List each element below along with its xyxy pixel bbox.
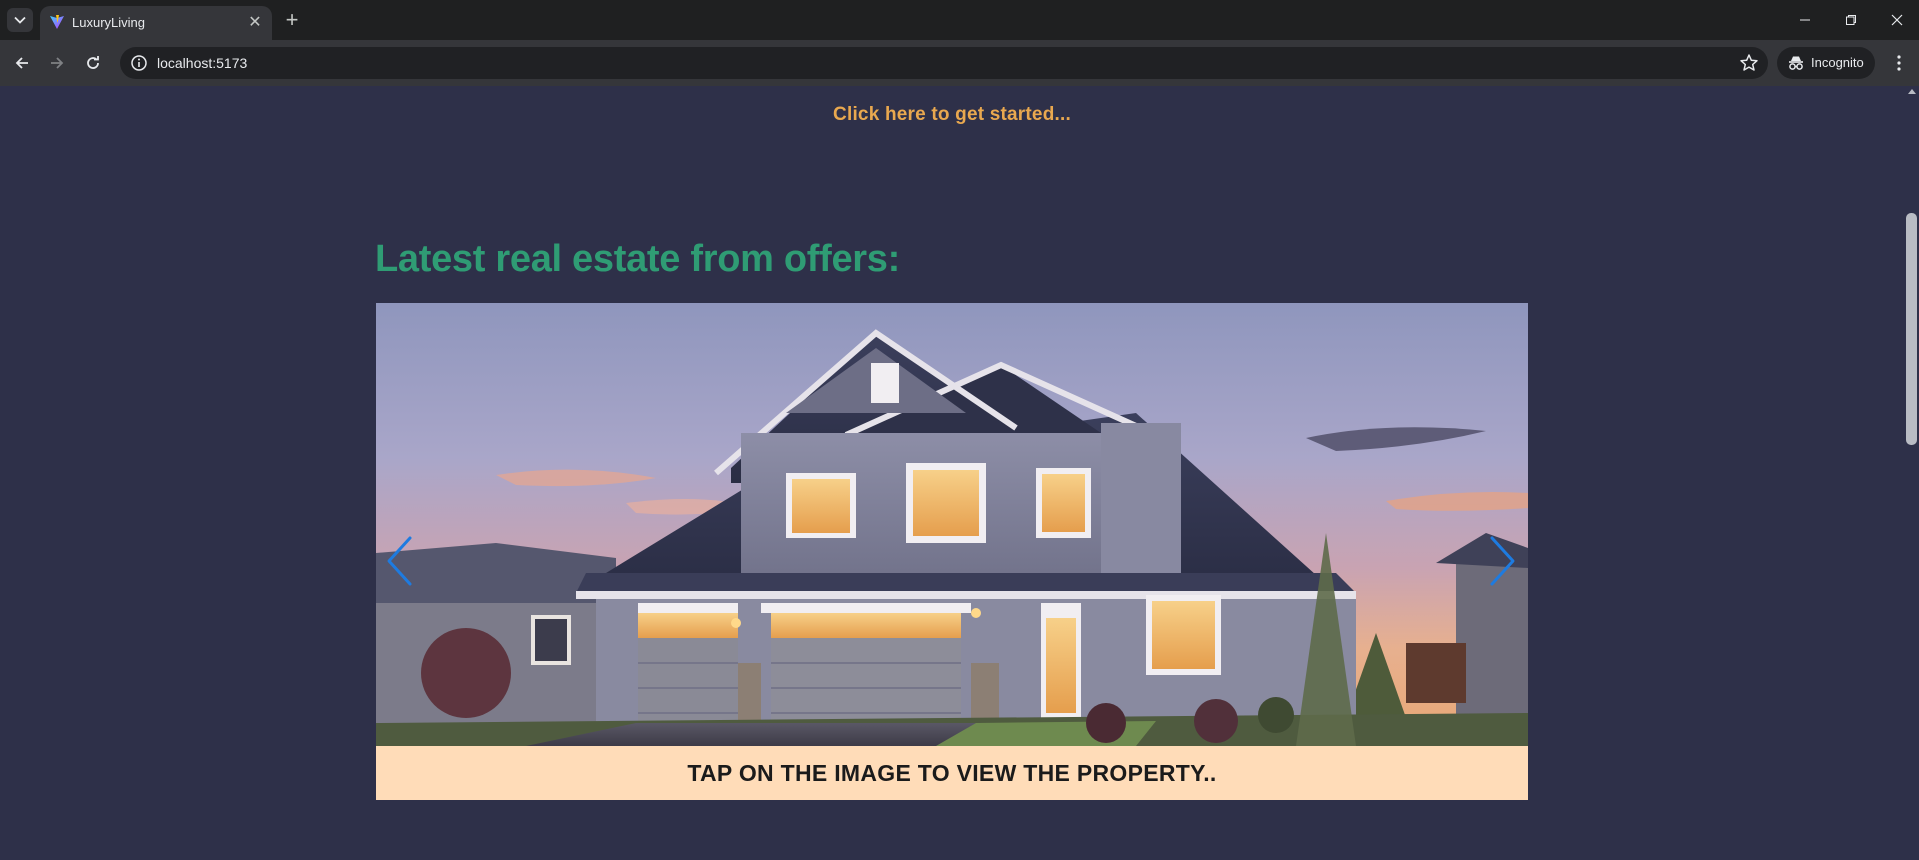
minimize-icon[interactable]	[1785, 6, 1825, 34]
tab-title: LuxuryLiving	[72, 15, 145, 30]
vite-logo-icon	[50, 15, 64, 29]
incognito-indicator[interactable]: Incognito	[1777, 47, 1875, 79]
bookmark-star-icon[interactable]	[1738, 52, 1760, 74]
chevron-left-icon[interactable]	[384, 535, 414, 587]
section-title: Latest real estate from offers:	[375, 238, 900, 280]
chevron-right-icon[interactable]	[1488, 535, 1518, 587]
restore-icon[interactable]	[1831, 6, 1871, 34]
incognito-icon	[1789, 56, 1803, 70]
get-started-link[interactable]: Click here to get started...	[0, 104, 1904, 126]
new-tab-icon[interactable]: +	[280, 7, 304, 32]
scroll-up-arrow-icon[interactable]	[1908, 89, 1916, 94]
close-window-icon[interactable]	[1877, 6, 1917, 34]
carousel-caption[interactable]: TAP ON THE IMAGE TO VIEW THE PROPERTY..	[376, 746, 1528, 800]
house-photo[interactable]	[376, 303, 1528, 746]
tab-close-icon[interactable]: ✕	[246, 13, 264, 31]
reload-icon[interactable]	[79, 49, 107, 77]
forward-arrow-icon[interactable]	[43, 49, 71, 77]
url-text[interactable]: localhost:5173	[157, 55, 247, 71]
incognito-label: Incognito	[1811, 55, 1864, 70]
address-bar[interactable]: localhost:5173	[120, 47, 1768, 79]
chevron-down-icon	[14, 16, 26, 24]
active-tab[interactable]: LuxuryLiving ✕	[40, 6, 272, 40]
property-carousel[interactable]	[376, 303, 1528, 746]
more-menu-icon[interactable]	[1885, 49, 1913, 77]
browser-tab-strip: LuxuryLiving ✕ +	[0, 0, 1919, 40]
vertical-scrollbar[interactable]	[1904, 86, 1919, 860]
caption-text: TAP ON THE IMAGE TO VIEW THE PROPERTY..	[687, 759, 1217, 786]
site-info-icon[interactable]	[130, 54, 148, 72]
back-arrow-icon[interactable]	[8, 49, 36, 77]
scrollbar-thumb[interactable]	[1906, 213, 1917, 445]
tab-search-button[interactable]	[7, 8, 33, 32]
page-viewport: Click here to get started... Latest real…	[0, 86, 1904, 860]
browser-toolbar: localhost:5173 Incognito	[0, 40, 1919, 86]
